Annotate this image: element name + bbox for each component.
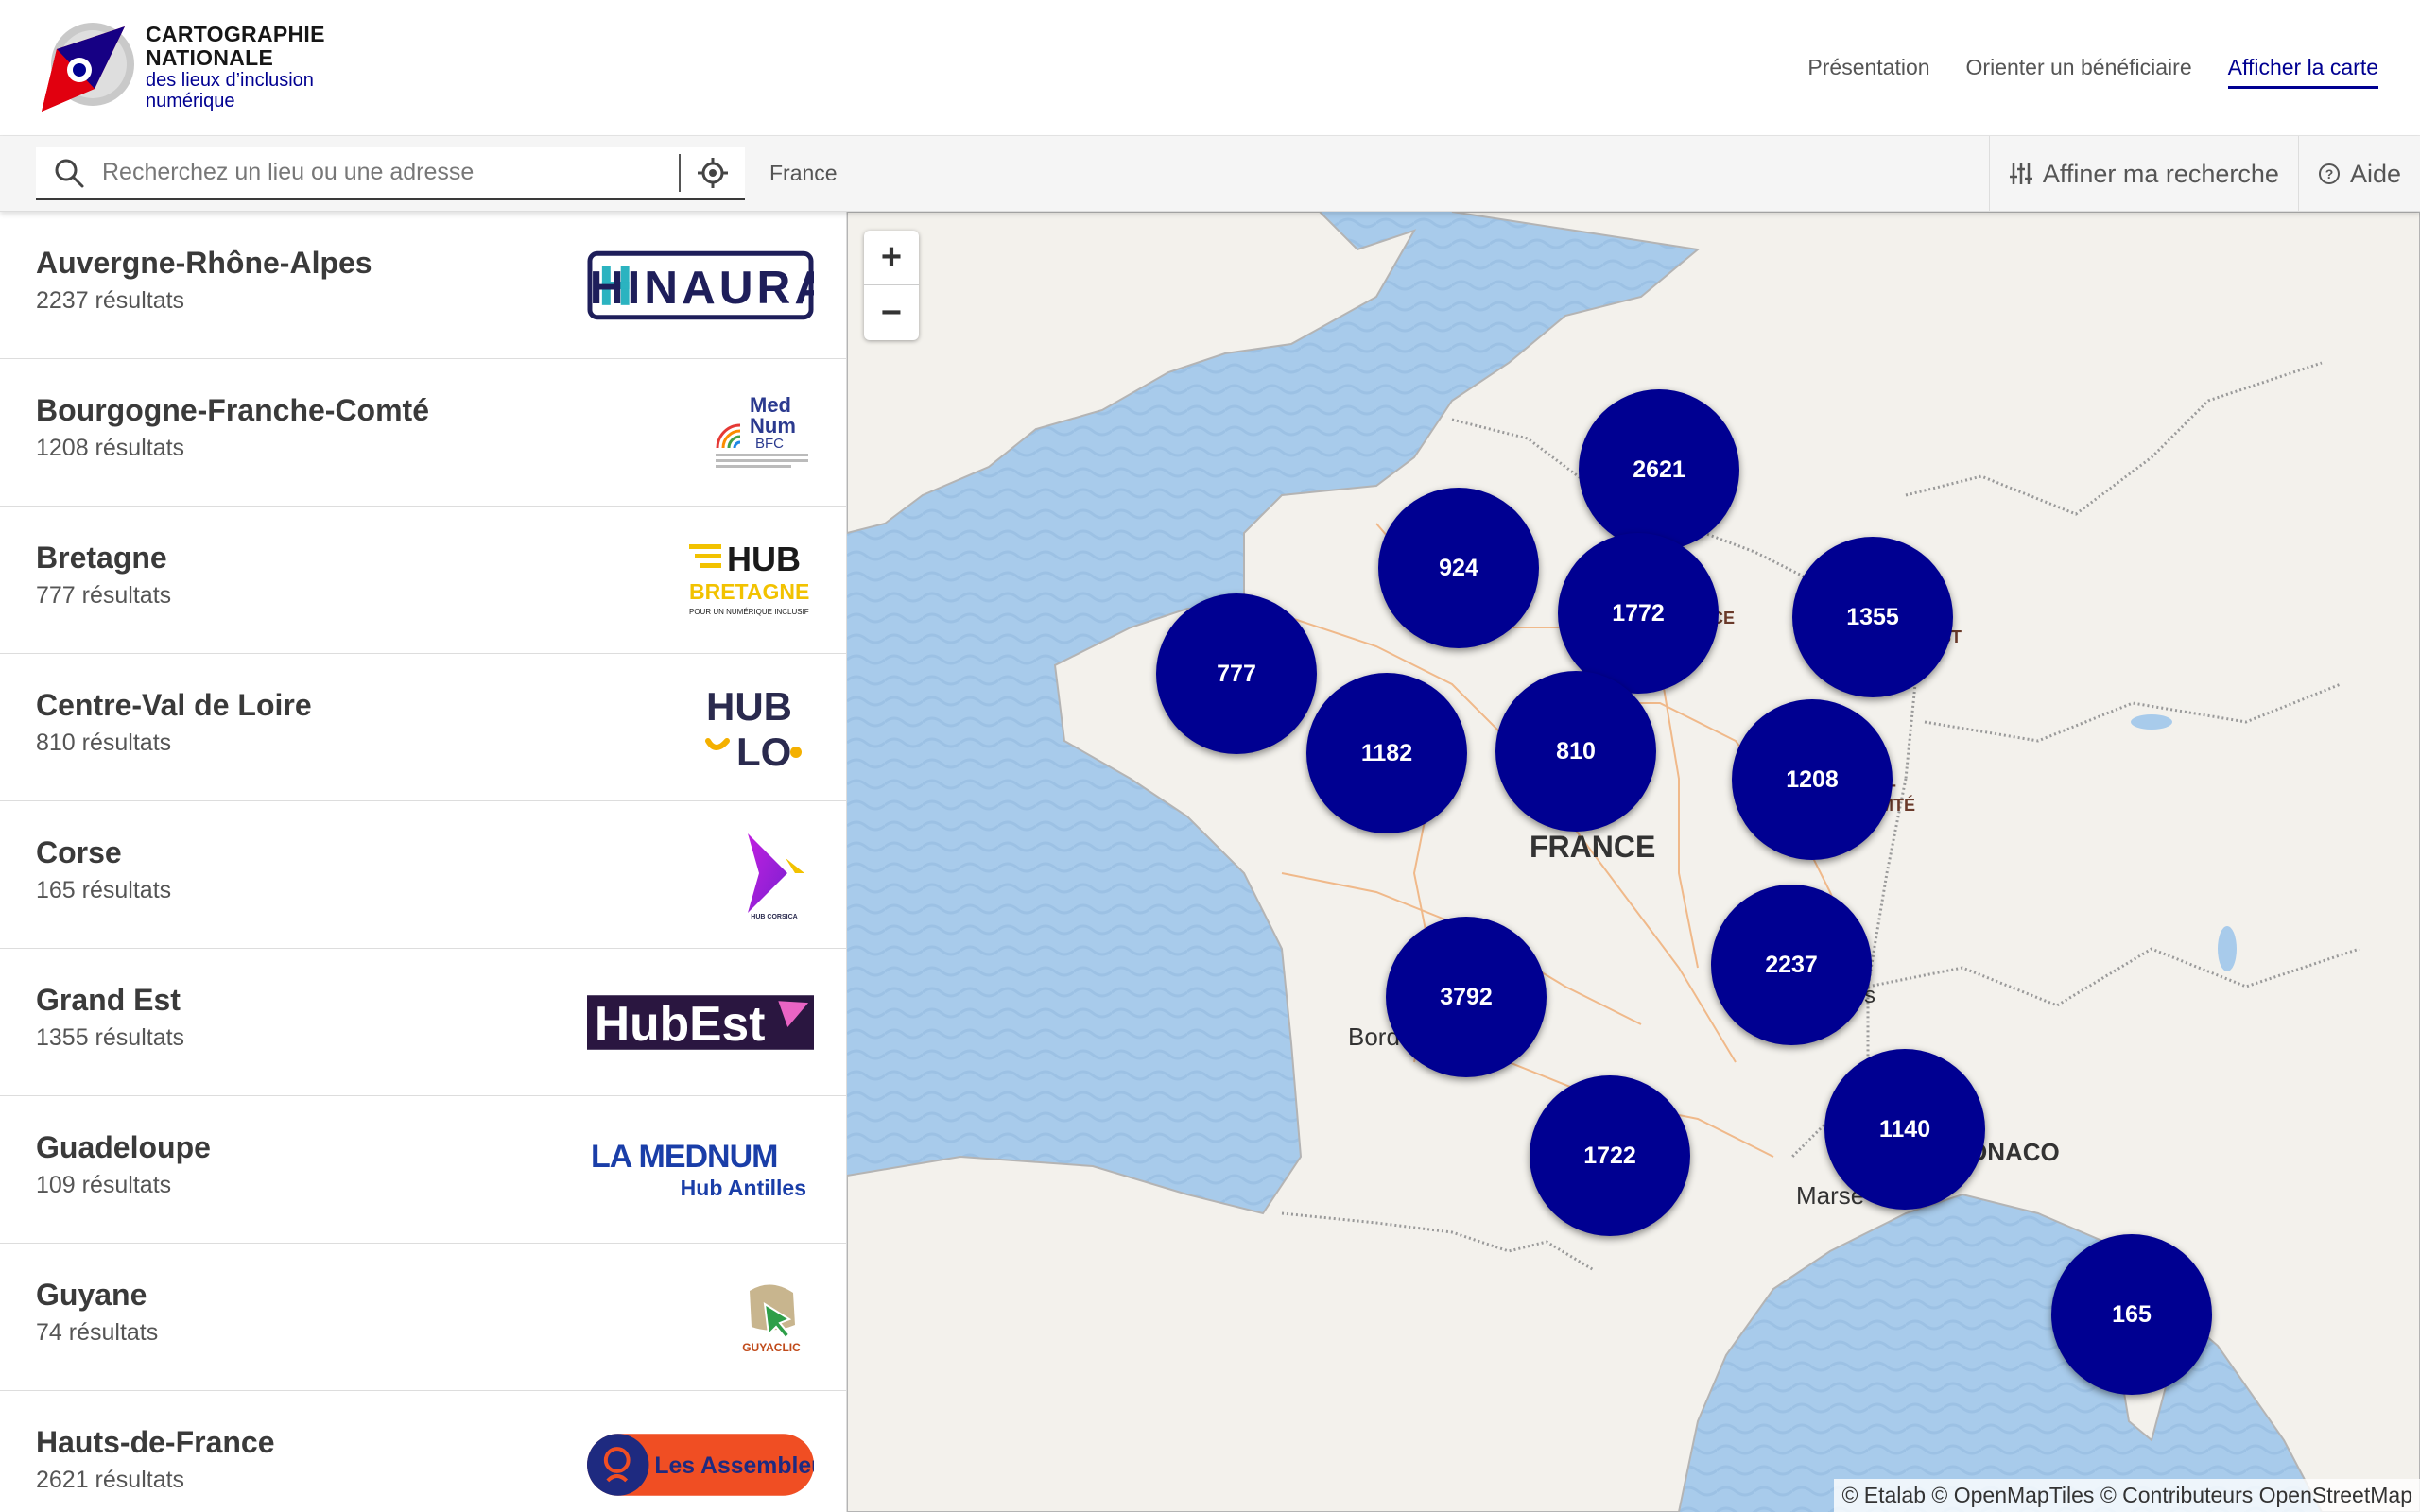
region-item[interactable]: Corse 165 résultats HUB CORSICA [0, 801, 846, 949]
nav-afficher-carte[interactable]: Afficher la carte [2227, 55, 2378, 89]
bretagne-text: BRETAGNE [689, 579, 809, 604]
region-name: Corse [36, 835, 122, 869]
region-item[interactable]: Centre-Val de Loire 810 résultats HUB LO [0, 654, 846, 801]
map-cluster-marker[interactable]: 1140 [1824, 1049, 1985, 1210]
region-name: Guadeloupe [36, 1130, 211, 1164]
zoom-out-button[interactable]: − [864, 285, 919, 340]
region-name: Auvergne-Rhône-Alpes [36, 246, 372, 280]
hinaura-logo: HINAURA [587, 244, 814, 327]
region-item[interactable]: Bretagne 777 résultats HUB BRETAGNE POUR… [0, 507, 846, 654]
region-count: 109 résultats [36, 1172, 172, 1198]
search-input[interactable] [102, 159, 679, 186]
hub-lo-logo: HUB LO [587, 684, 814, 773]
region-name: Guyane [36, 1278, 147, 1312]
region-count: 777 résultats [36, 582, 172, 609]
hub-text: HUB [727, 540, 801, 578]
region-item[interactable]: Auvergne-Rhône-Alpes 2237 résultats HINA… [0, 212, 846, 359]
nav-orienter-beneficiaire[interactable]: Orienter un bénéficiaire [1966, 55, 2192, 89]
mednum-bfc-logo: Med Num BFC [587, 391, 814, 474]
region-count: 1355 résultats [36, 1024, 185, 1051]
site-logo-icon[interactable] [38, 21, 142, 115]
map-cluster-marker[interactable]: 165 [2051, 1234, 2212, 1395]
refine-search-button[interactable]: Affiner ma recherche [1988, 136, 2298, 212]
help-button[interactable]: ? Aide [2297, 136, 2420, 212]
search-location-text: France [769, 161, 838, 185]
region-count: 74 résultats [36, 1319, 159, 1346]
brand-line-4: numérique [146, 91, 235, 112]
hinaura-text: HINAURA [590, 261, 814, 314]
map-cluster-marker[interactable]: 924 [1378, 488, 1539, 648]
map-view[interactable]: + − FRANCE Bord Marse ONACO CE ST E- MTÉ… [847, 212, 2420, 1512]
main-nav: Présentation Orienter un bénéficiaire Af… [1807, 55, 2378, 89]
map-cluster-marker[interactable]: 1772 [1558, 533, 1719, 694]
map-cluster-marker[interactable]: 777 [1156, 593, 1317, 754]
map-attribution[interactable]: © Etalab © OpenMapTiles © Contributeurs … [1834, 1479, 2420, 1512]
hubest-logo: HubEst [587, 981, 814, 1064]
geolocate-icon[interactable] [681, 157, 745, 189]
region-count: 2237 résultats [36, 287, 185, 314]
region-name: Bourgogne-Franche-Comté [36, 393, 429, 427]
brand-line-3: des lieux d’inclusion [146, 70, 314, 91]
site-header: CARTOGRAPHIE NATIONALE des lieux d’inclu… [0, 0, 2420, 136]
region-name: Centre-Val de Loire [36, 688, 312, 722]
nav-presentation[interactable]: Présentation [1807, 55, 1929, 89]
region-name: Grand Est [36, 983, 181, 1017]
map-cluster-marker[interactable]: 1182 [1306, 673, 1467, 833]
map-cluster-marker[interactable]: 1208 [1732, 699, 1893, 860]
help-label: Aide [2349, 159, 2401, 188]
guyaclic-logo: GUYACLIC [587, 1276, 814, 1359]
region-count: 810 résultats [36, 730, 172, 756]
refine-search-label: Affiner ma recherche [2042, 159, 2279, 188]
guyaclic-text: GUYACLIC [742, 1341, 801, 1354]
brand-line-2: NATIONALE [146, 45, 274, 70]
antilles-text: Hub Antilles [681, 1176, 806, 1200]
question-icon: ? [2318, 163, 2340, 184]
region-count: 165 résultats [36, 877, 172, 903]
region-count: 2621 résultats [36, 1467, 185, 1493]
map-cluster-marker[interactable]: 3792 [1386, 917, 1547, 1077]
region-name: Bretagne [36, 541, 167, 575]
search-icon [36, 157, 102, 189]
region-name: Hauts-de-France [36, 1425, 275, 1459]
lamednum-antilles-logo: LA MEDNUM Hub Antilles [587, 1128, 814, 1211]
region-item[interactable]: Bourgogne-Franche-Comté 1208 résultats M… [0, 359, 846, 507]
brand-line-1: CARTOGRAPHIE [146, 22, 325, 46]
region-item[interactable]: Hauts-de-France 2621 résultats Les Assem… [0, 1391, 846, 1512]
region-item[interactable]: Guadeloupe 109 résultats LA MEDNUM Hub A… [0, 1096, 846, 1244]
search-tools: Affiner ma recherche ? Aide [1988, 136, 2420, 212]
hub-lo-text-2: LO [736, 730, 791, 773]
lamednum-text: LA MEDNUM [591, 1139, 778, 1175]
brand-title[interactable]: CARTOGRAPHIE NATIONALE des lieux d’inclu… [146, 23, 325, 112]
map-cluster-marker[interactable]: 1722 [1530, 1075, 1690, 1236]
les-assembleurs-logo: Les Assembleurs [587, 1423, 814, 1506]
mednum-text-2: Num [750, 414, 796, 438]
region-item[interactable]: Guyane 74 résultats GUYACLIC [0, 1244, 846, 1391]
zoom-in-button[interactable]: + [864, 231, 919, 285]
hub-lo-text-1: HUB [706, 684, 792, 729]
svg-text:?: ? [2325, 166, 2334, 181]
map-cluster-marker[interactable]: 810 [1495, 671, 1656, 832]
hub-bretagne-logo: HUB BRETAGNE POUR UN NUMÉRIQUE INCLUSIF [587, 539, 814, 622]
map-cluster-marker[interactable]: 2621 [1579, 389, 1739, 550]
region-item[interactable]: Grand Est 1355 résultats HubEst [0, 949, 846, 1096]
map-cluster-marker[interactable]: 2237 [1711, 885, 1872, 1045]
hub-corsica-logo: HUB CORSICA [587, 833, 814, 920]
region-list: Auvergne-Rhône-Alpes 2237 résultats HINA… [0, 212, 847, 1512]
search-bar: France Affiner ma recherche ? Aide [0, 136, 2420, 212]
sliders-icon [2009, 163, 2032, 184]
assembleurs-text: Les Assembleurs [654, 1453, 814, 1479]
mednum-text-3: BFC [755, 436, 784, 452]
bretagne-tagline: POUR UN NUMÉRIQUE INCLUSIF [689, 608, 809, 616]
zoom-control: + − [864, 231, 919, 340]
search-box [36, 147, 745, 200]
hubest-text: HubEst [595, 996, 765, 1050]
region-count: 1208 résultats [36, 435, 185, 461]
map-cluster-marker[interactable]: 1355 [1792, 537, 1953, 697]
map-label-france: FRANCE [1530, 830, 1656, 864]
corsica-text: HUB CORSICA [751, 914, 797, 920]
